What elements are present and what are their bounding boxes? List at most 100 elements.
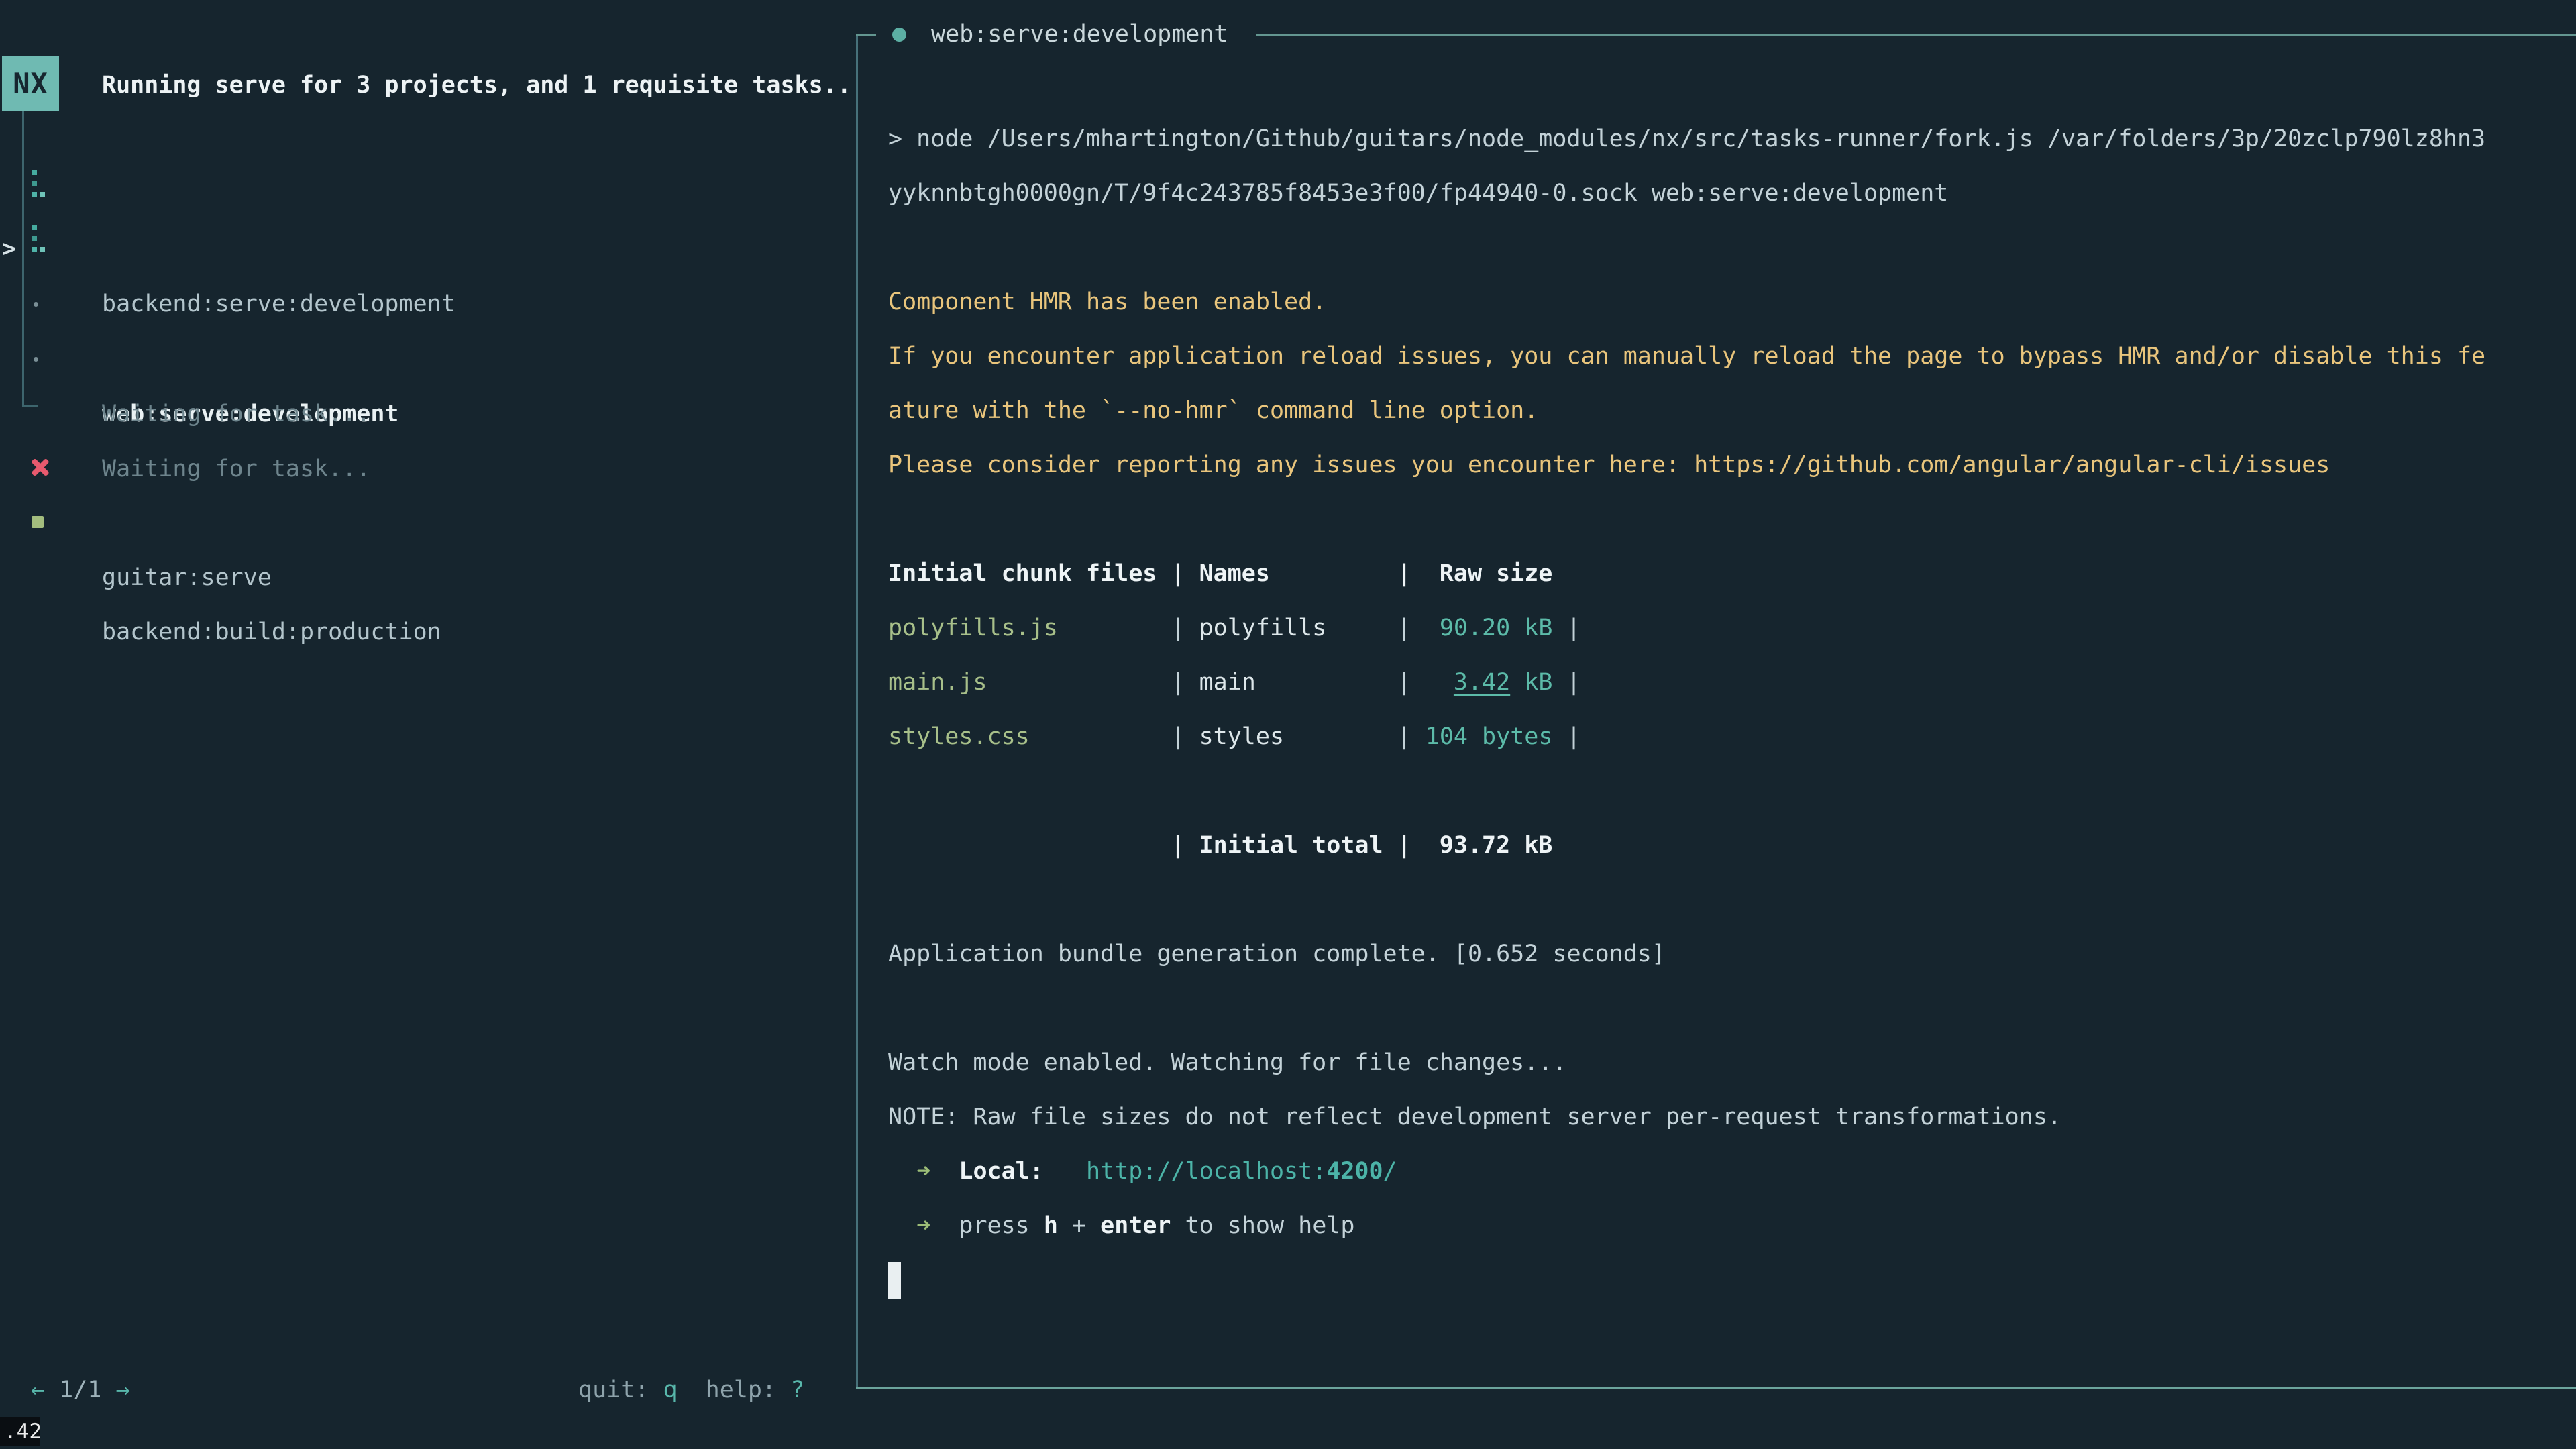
panel-border-bottom xyxy=(856,1387,2576,1389)
panel-border-top-stub xyxy=(856,34,876,36)
terminal-line: > node /Users/mhartington/Github/guitars… xyxy=(888,112,2565,166)
help-label: help: xyxy=(706,1377,776,1403)
terminal-line xyxy=(888,764,2565,818)
nx-tui-screen: NX Running serve for 3 projects, and 1 r… xyxy=(0,0,2576,1449)
terminal-text: ature with the `--no-hmr` command line o… xyxy=(888,397,1538,424)
terminal-text: Local: xyxy=(959,1158,1043,1185)
terminal-text xyxy=(1044,1158,1086,1185)
terminal-line: Watch mode enabled. Watching for file ch… xyxy=(888,1036,2565,1090)
terminal-line xyxy=(888,873,2565,927)
terminal-text: NOTE: Raw file sizes do not reflect deve… xyxy=(888,1104,2061,1130)
task-row-backend-serve[interactable]: backend:serve:development xyxy=(0,166,852,221)
terminal-text xyxy=(888,1212,916,1239)
terminal-text: | xyxy=(1397,669,1454,696)
terminal-text: enter xyxy=(1100,1212,1171,1239)
terminal-line: Application bundle generation complete. … xyxy=(888,927,2565,981)
task-row-waiting-2[interactable]: Waiting for task... xyxy=(0,331,852,386)
localhost-link[interactable]: / xyxy=(1383,1158,1397,1185)
terminal-line xyxy=(888,981,2565,1036)
terminal-line: NOTE: Raw file sizes do not reflect deve… xyxy=(888,1090,2565,1144)
quit-label: quit: xyxy=(578,1377,649,1403)
run-summary-title: Running serve for 3 projects, and 1 requ… xyxy=(102,58,851,113)
terminal-text: 90.20 kB xyxy=(1440,614,1553,641)
terminal-text: 3.42 xyxy=(1454,669,1510,696)
terminal-text: | Initial total | 93.72 kB xyxy=(888,832,1552,859)
waiting-dot-icon xyxy=(34,302,38,307)
terminal-text: > node /Users/mhartington/Github/guitars… xyxy=(888,125,2485,152)
terminal-line: ➜ press h + enter to show help xyxy=(888,1199,2565,1253)
arrow-icon: ➜ xyxy=(916,1212,930,1239)
terminal-text: 104 bytes xyxy=(1426,723,1553,750)
terminal-text: press xyxy=(959,1212,1043,1239)
terminal-line: Initial chunk files | Names | Raw size xyxy=(888,547,2565,601)
panel-border-top xyxy=(1256,34,2576,36)
terminal-line xyxy=(888,1253,2565,1307)
terminal-output: > node /Users/mhartington/Github/guitars… xyxy=(888,112,2565,1307)
localhost-link[interactable]: 4200 xyxy=(1326,1158,1383,1185)
terminal-text: | xyxy=(1171,614,1199,641)
terminal-text: | xyxy=(1171,669,1199,696)
terminal-line: ature with the `--no-hmr` command line o… xyxy=(888,384,2565,438)
pager-prev-arrow-icon[interactable]: ← xyxy=(31,1377,45,1403)
terminal-text: polyfills.js xyxy=(888,614,1171,641)
arrow-icon: ➜ xyxy=(916,1158,930,1185)
task-label: Waiting for task... xyxy=(102,386,370,441)
terminal-text: styles.css xyxy=(888,723,1171,750)
task-row-guitar-serve[interactable]: guitar:serve xyxy=(0,440,852,495)
terminal-text: yyknnbtgh0000gn/T/9f4c243785f8453e3f00/f… xyxy=(888,180,1948,207)
braille-spinner-icon xyxy=(32,170,45,199)
waiting-dot-icon xyxy=(34,357,38,362)
terminal-line: If you encounter application reload issu… xyxy=(888,329,2565,384)
panel-border-left xyxy=(856,34,858,1389)
terminal-line xyxy=(888,492,2565,547)
terminal-text: | xyxy=(1171,723,1199,750)
terminal-text: | xyxy=(1397,614,1440,641)
task-row-backend-build[interactable]: backend:build:production xyxy=(0,494,852,549)
terminal-text xyxy=(888,1158,916,1185)
terminal-text xyxy=(930,1212,959,1239)
pager-label: 1/1 xyxy=(59,1377,101,1403)
braille-spinner-icon xyxy=(32,225,45,254)
localhost-link[interactable]: http://localhost: xyxy=(1086,1158,1326,1185)
terminal-text: Application bundle generation complete. … xyxy=(888,941,1666,967)
terminal-line: polyfills.js | polyfills | 90.20 kB | xyxy=(888,601,2565,655)
keyboard-shortcuts-hint: quit: q help: ? xyxy=(578,1362,804,1417)
terminal-text: | xyxy=(1552,723,1580,750)
tooltip-fragment: .42 xyxy=(0,1417,40,1446)
terminal-line: Please consider reporting any issues you… xyxy=(888,438,2565,492)
nx-logo-badge: NX xyxy=(2,56,59,111)
task-label: guitar:serve xyxy=(102,550,272,605)
pager-next-arrow-icon[interactable]: → xyxy=(115,1377,129,1403)
success-square-icon xyxy=(32,516,44,528)
terminal-line: main.js | main | 3.42 kB | xyxy=(888,655,2565,710)
terminal-text: to show help xyxy=(1171,1212,1354,1239)
quit-key: q xyxy=(663,1377,677,1403)
terminal-text: main.js xyxy=(888,669,1171,696)
terminal-line: | Initial total | 93.72 kB xyxy=(888,818,2565,873)
terminal-text: | xyxy=(1552,614,1580,641)
terminal-text xyxy=(930,1158,959,1185)
task-pager: ← 1/1 → xyxy=(31,1362,130,1417)
terminal-text: styles xyxy=(1199,723,1397,750)
terminal-line: styles.css | styles | 104 bytes | xyxy=(888,710,2565,764)
terminal-line: ➜ Local: http://localhost:4200/ xyxy=(888,1144,2565,1199)
task-row-web-serve[interactable]: > web:serve:development xyxy=(0,221,852,276)
terminal-text: Please consider reporting any issues you… xyxy=(888,451,2330,478)
terminal-text: Watch mode enabled. Watching for file ch… xyxy=(888,1049,1566,1076)
terminal-line: Component HMR has been enabled. xyxy=(888,275,2565,329)
terminal-text: main xyxy=(1199,669,1397,696)
task-row-waiting-1[interactable]: Waiting for task... xyxy=(0,276,852,331)
terminal-line xyxy=(888,221,2565,275)
terminal-text: | xyxy=(1397,723,1426,750)
terminal-text: kB xyxy=(1510,669,1552,696)
task-label: backend:build:production xyxy=(102,604,441,659)
selected-chevron-icon: > xyxy=(2,221,16,276)
running-task-dot-icon xyxy=(892,28,906,42)
panel-title: web:serve:development xyxy=(931,7,1228,62)
terminal-text: | xyxy=(1552,669,1580,696)
terminal-line: yyknnbtgh0000gn/T/9f4c243785f8453e3f00/f… xyxy=(888,166,2565,221)
terminal-text: Initial chunk files | Names | Raw size xyxy=(888,560,1552,587)
terminal-text: + xyxy=(1058,1212,1100,1239)
terminal-text: If you encounter application reload issu… xyxy=(888,343,2485,370)
failed-x-icon xyxy=(31,459,48,476)
